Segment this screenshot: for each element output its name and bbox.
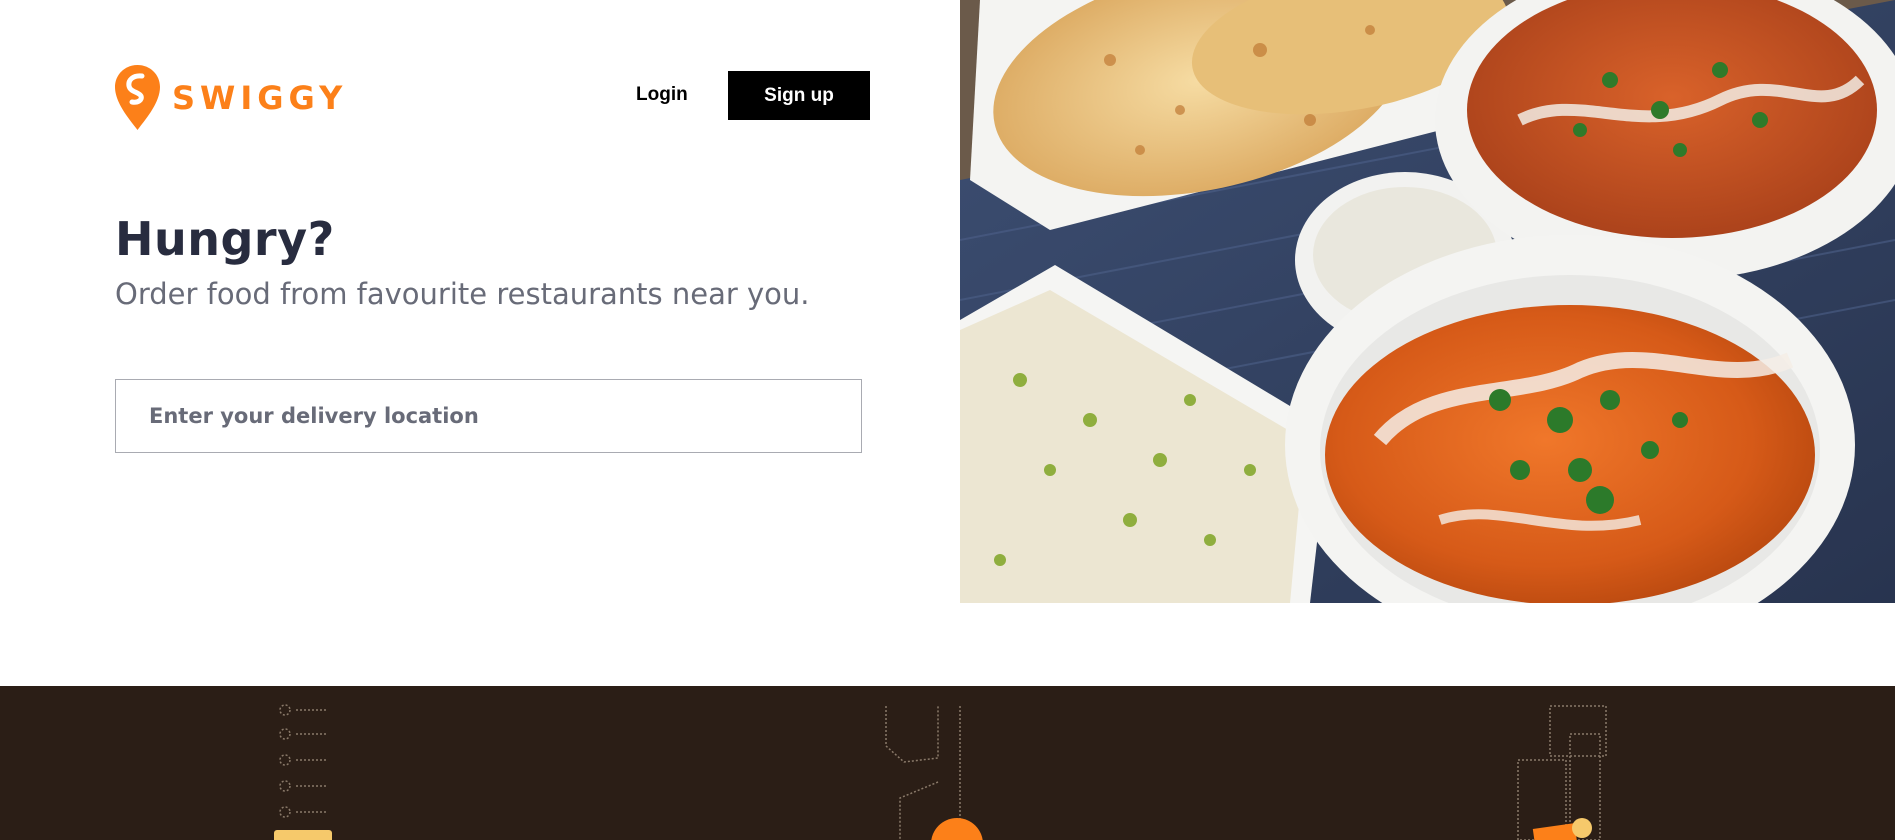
logo-text: SWIGGY <box>172 78 348 117</box>
swiggy-logo[interactable]: SWIGGY <box>115 65 347 130</box>
features-band <box>0 686 1895 840</box>
delivery-location-field[interactable] <box>115 379 862 453</box>
page-subtitle: Order food from favourite restaurants ne… <box>115 277 810 311</box>
delivery-illustration-icon <box>885 706 983 840</box>
menu-list-illustration-icon <box>274 704 332 840</box>
indian-food-photo-icon <box>960 0 1895 603</box>
login-button[interactable]: Login <box>636 84 688 106</box>
delivery-location-input[interactable] <box>116 380 861 452</box>
city-buildings-illustration-icon <box>1517 705 1607 840</box>
page-title: Hungry? <box>115 212 335 266</box>
hero-section: SWIGGY Login Sign up Hungry? Order food … <box>0 0 1895 686</box>
hero-food-image <box>960 0 1895 603</box>
signup-button[interactable]: Sign up <box>728 71 870 120</box>
swiggy-pin-logo-icon <box>115 65 160 130</box>
